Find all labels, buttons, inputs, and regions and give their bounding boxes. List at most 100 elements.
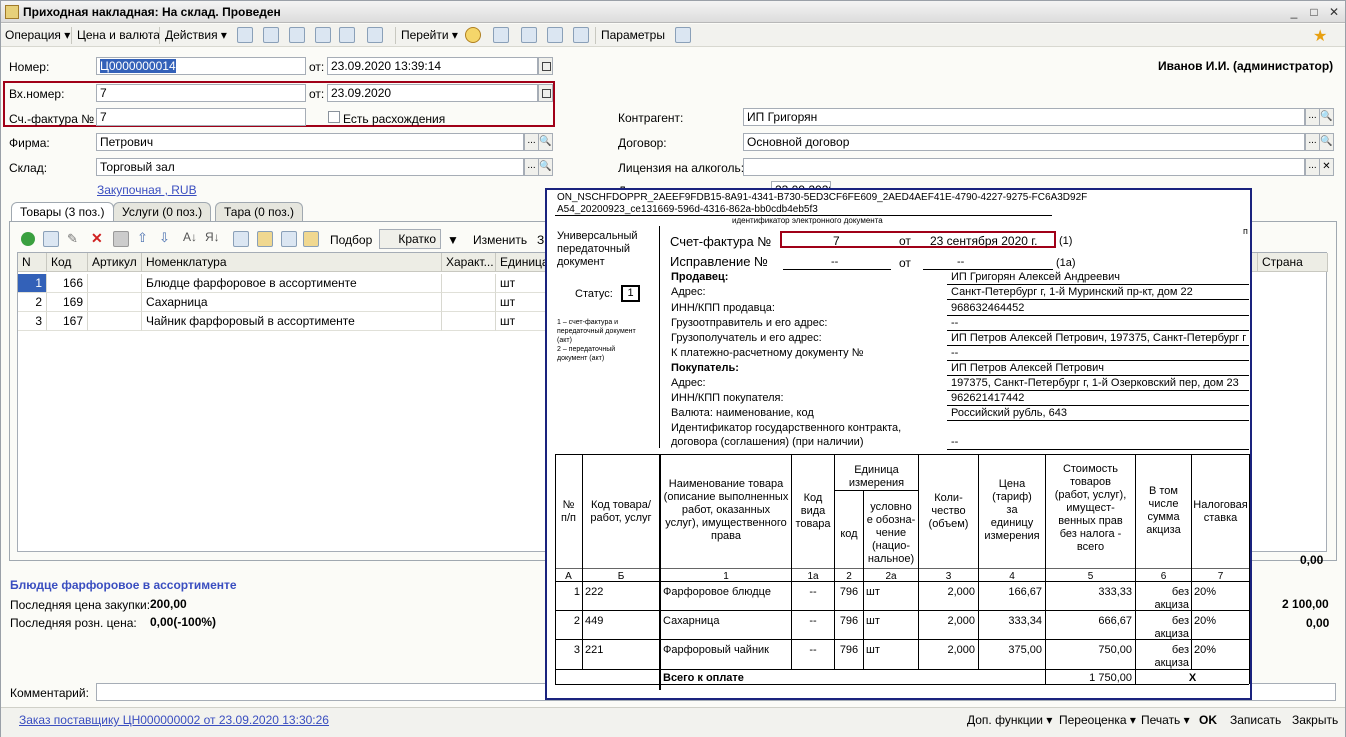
tab-services[interactable]: Услуги (0 поз.)	[113, 202, 212, 221]
number-field[interactable]: Ц0000000014	[96, 57, 306, 75]
favorites-star-icon[interactable]: ★	[1313, 26, 1327, 46]
pick-button[interactable]: Подбор	[330, 233, 372, 247]
table-icon[interactable]	[547, 27, 563, 43]
clipboard-icon[interactable]	[303, 231, 319, 247]
grid-icon[interactable]	[675, 27, 691, 43]
move-up-icon[interactable]: ⇧	[137, 230, 148, 246]
column-header[interactable]: Номенклатура	[142, 253, 442, 272]
move-down-icon[interactable]: ⇩	[159, 230, 170, 246]
table-cell[interactable]: Чайник фарфоровый в ассортименте	[142, 312, 442, 331]
firm-field[interactable]: Петрович	[96, 133, 524, 151]
license-field[interactable]	[743, 158, 1305, 176]
select-button[interactable]: ...	[1305, 133, 1320, 151]
structure-icon[interactable]	[493, 27, 509, 43]
select-button[interactable]: ...	[1305, 108, 1320, 126]
copy-clip-icon[interactable]	[233, 231, 249, 247]
refresh-icon[interactable]	[263, 27, 279, 43]
invoice-field[interactable]: 7	[96, 108, 306, 126]
table-row[interactable]: 3	[18, 312, 47, 331]
post-icon[interactable]	[315, 27, 331, 43]
select-button[interactable]: ...	[1305, 158, 1320, 176]
column-header[interactable]: Код	[47, 253, 88, 272]
number-date-field[interactable]: 23.09.2020 13:39:14	[327, 57, 538, 75]
list-icon[interactable]	[521, 27, 537, 43]
correction-date: --	[957, 256, 965, 268]
select-button[interactable]: ...	[524, 158, 539, 176]
contract-field[interactable]: Основной договор	[743, 133, 1305, 151]
print-menu[interactable]: Печать ▾	[1141, 713, 1190, 727]
calendar-icon[interactable]	[538, 57, 553, 75]
edit-icon[interactable]: ✎	[67, 231, 78, 247]
table-cell[interactable]: 167	[47, 312, 88, 331]
table-cell[interactable]: 169	[47, 293, 88, 312]
mode-button[interactable]: Кратко	[379, 229, 441, 249]
close-icon[interactable]: ✕	[1325, 4, 1343, 20]
change-button[interactable]: Изменить	[473, 233, 527, 247]
tab-containers[interactable]: Тара (0 поз.)	[215, 202, 304, 221]
column-header[interactable]: Страна	[1258, 253, 1328, 272]
fill-icon[interactable]	[281, 231, 297, 247]
search-icon[interactable]: 🔍	[538, 133, 553, 151]
col-unit-code-header: код	[840, 528, 858, 540]
in-number-field[interactable]: 7	[96, 84, 306, 102]
move-icon[interactable]	[237, 27, 253, 43]
help-icon[interactable]	[465, 27, 481, 43]
extra-functions-menu[interactable]: Доп. функции ▾	[967, 713, 1052, 727]
maximize-icon[interactable]: □	[1305, 4, 1323, 20]
select-button[interactable]: ...	[524, 133, 539, 151]
column-header[interactable]: Характ...	[442, 253, 496, 272]
column-header[interactable]: N	[18, 253, 47, 272]
table-border	[834, 490, 918, 491]
table-cell[interactable]	[442, 312, 496, 331]
sort-asc-icon[interactable]: A↓	[183, 230, 197, 244]
copy-icon[interactable]	[289, 27, 305, 43]
sort-desc-icon[interactable]: Я↓	[205, 230, 220, 244]
print-icon[interactable]	[573, 27, 589, 43]
clear-icon[interactable]: ✕	[1319, 158, 1334, 176]
based-on-icon[interactable]	[367, 27, 383, 43]
table-cell[interactable]: 166	[47, 274, 88, 293]
order-link[interactable]: Заказ поставщику ЦН000000002 от 23.09.20…	[19, 713, 329, 727]
column-header[interactable]: Артикул	[88, 253, 142, 272]
reprice-menu[interactable]: Переоценка ▾	[1059, 713, 1136, 727]
minimize-icon[interactable]: _	[1285, 4, 1303, 20]
save-icon[interactable]	[113, 231, 129, 247]
counterparty-field[interactable]: ИП Григорян	[743, 108, 1305, 126]
params-button[interactable]: Параметры	[601, 28, 665, 42]
truncated-button[interactable]: З	[537, 233, 544, 247]
header-line: имущест-	[1066, 502, 1115, 514]
unpost-icon[interactable]	[339, 27, 355, 43]
warehouse-field[interactable]: Торговый зал	[96, 158, 524, 176]
table-cell[interactable]	[88, 293, 142, 312]
delete-icon[interactable]: ✕	[91, 230, 103, 247]
table-cell[interactable]	[442, 293, 496, 312]
mode-dropdown-icon[interactable]: ▼	[447, 233, 459, 247]
operation-menu[interactable]: Операция ▾	[5, 28, 70, 42]
table-cell[interactable]: Блюдце фарфоровое в ассортименте	[142, 274, 442, 293]
table-cell[interactable]: Сахарница	[142, 293, 442, 312]
discrepancy-checkbox[interactable]	[328, 111, 340, 123]
tab-goods[interactable]: Товары (3 поз.)	[11, 202, 114, 222]
search-icon[interactable]: 🔍	[1319, 108, 1334, 126]
actions-menu[interactable]: Действия ▾	[165, 28, 227, 42]
in-number-date-field[interactable]: 23.09.2020	[327, 84, 538, 102]
note-line: (акт)	[557, 337, 572, 344]
table-cell[interactable]	[88, 312, 142, 331]
calendar-icon[interactable]	[538, 84, 553, 102]
paste-icon[interactable]	[257, 231, 273, 247]
table-row[interactable]: 2	[18, 293, 47, 312]
table-cell[interactable]	[88, 274, 142, 293]
close-button[interactable]: Закрыть	[1292, 713, 1338, 727]
ok-button[interactable]: OK	[1199, 713, 1217, 727]
table-cell[interactable]	[442, 274, 496, 293]
search-icon[interactable]: 🔍	[538, 158, 553, 176]
save-button[interactable]: Записать	[1230, 713, 1281, 727]
from-label: от	[899, 234, 911, 248]
price-currency-button[interactable]: Цена и валюта	[77, 28, 160, 42]
price-type-link[interactable]: Закупочная , RUB	[97, 183, 197, 197]
go-menu[interactable]: Перейти ▾	[401, 28, 458, 42]
copy-row-icon[interactable]	[43, 231, 59, 247]
table-row[interactable]: 1	[18, 274, 47, 293]
add-icon[interactable]	[21, 232, 35, 246]
search-icon[interactable]: 🔍	[1319, 133, 1334, 151]
